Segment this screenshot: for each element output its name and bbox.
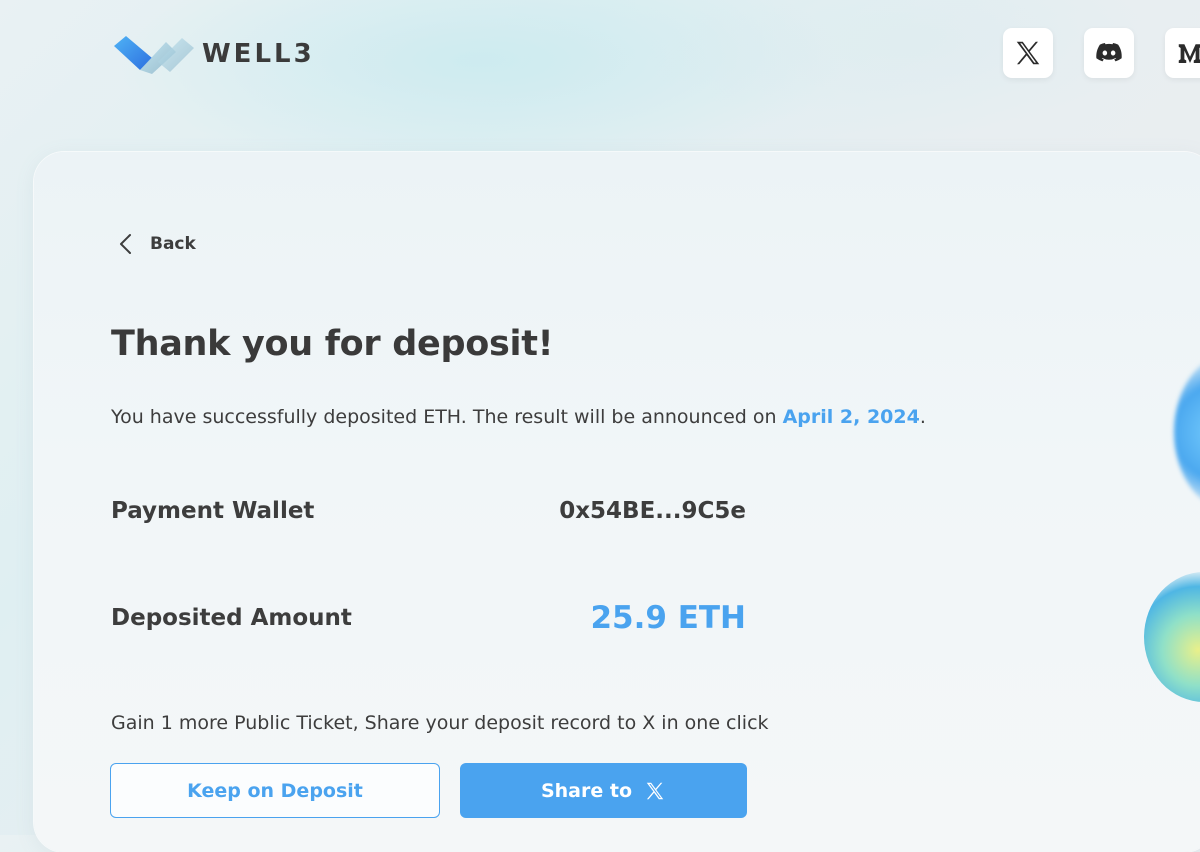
decorative-blob <box>1144 572 1200 702</box>
share-to-x-button[interactable]: Share to <box>460 763 747 818</box>
share-to-label: Share to <box>540 779 633 802</box>
keep-on-deposit-button[interactable]: Keep on Deposit <box>110 763 440 818</box>
medium-social-button[interactable] <box>1165 28 1200 78</box>
deposited-amount-value: 25.9 ETH <box>590 600 746 636</box>
deposit-description: You have successfully deposited ETH. The… <box>111 406 926 428</box>
chevron-left-icon <box>120 234 131 254</box>
payment-wallet-value: 0x54BE...9C5e <box>559 498 746 524</box>
announce-date: April 2, 2024 <box>782 406 920 428</box>
brand-name: WELL3 <box>202 39 315 69</box>
x-icon <box>646 782 664 799</box>
keep-on-deposit-label: Keep on Deposit <box>187 779 363 802</box>
discord-icon <box>1096 43 1122 62</box>
payment-wallet-label: Payment Wallet <box>111 498 315 524</box>
x-icon <box>1016 41 1040 65</box>
description-text: You have successfully deposited ETH. The… <box>111 406 783 428</box>
description-suffix: . <box>919 406 926 428</box>
well3-logo-icon <box>114 36 194 74</box>
back-label: Back <box>150 234 196 254</box>
medium-icon <box>1178 44 1200 63</box>
decorative-blob <box>1174 352 1200 512</box>
discord-social-button[interactable] <box>1084 28 1134 78</box>
page-title: Thank you for deposit! <box>111 324 554 364</box>
share-hint-text: Gain 1 more Public Ticket, Share your de… <box>111 712 769 734</box>
brand-logo[interactable]: WELL3 <box>112 32 315 76</box>
x-social-button[interactable] <box>1003 28 1053 78</box>
deposited-amount-label: Deposited Amount <box>111 605 352 631</box>
back-button[interactable]: Back <box>116 232 196 256</box>
